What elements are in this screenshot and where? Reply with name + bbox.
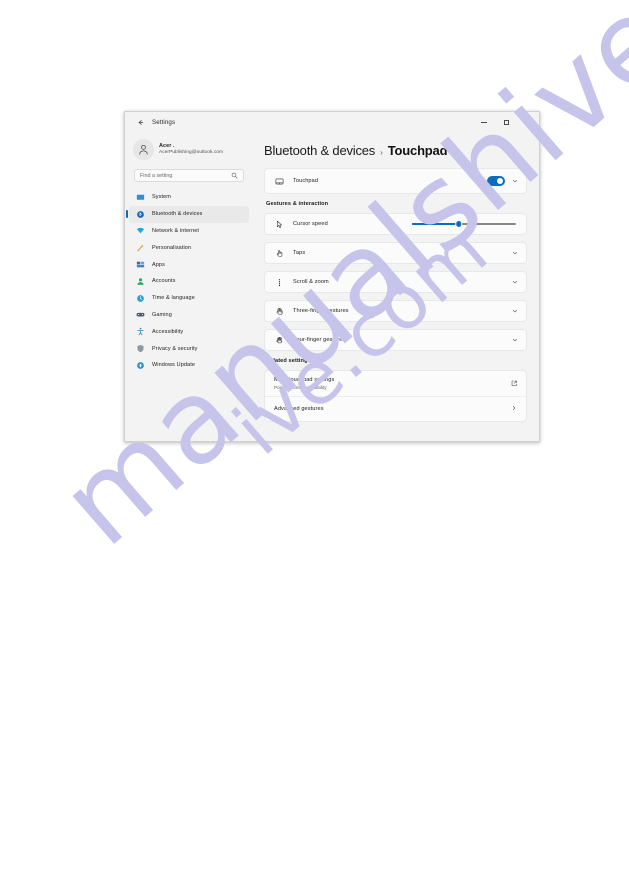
sidebar-item-personalisation[interactable]: Personalisation — [129, 239, 249, 256]
time-language-icon — [136, 294, 145, 303]
windows-update-icon — [136, 361, 145, 370]
gestures-section-title: Gestures & interaction — [266, 201, 329, 207]
four-finger-gestures-label: Four-finger gestures — [293, 337, 346, 343]
window-body: Acer . AcerPublishing@outlook.com Find a… — [125, 133, 539, 441]
cursor-pointer-icon — [274, 220, 285, 229]
cursor-speed-slider-wrap — [328, 220, 518, 229]
accounts-icon — [136, 277, 145, 286]
related-settings-title: Related settings — [266, 358, 311, 364]
search-icon — [231, 172, 238, 179]
touchpad-card-label: Touchpad — [293, 178, 319, 184]
sidebar-item-apps[interactable]: Apps — [129, 256, 249, 273]
sidebar-item-network-internet[interactable]: Network & internet — [129, 223, 249, 240]
sidebar-item-system[interactable]: System — [129, 189, 249, 206]
cursor-speed-label: Cursor speed — [293, 221, 328, 227]
search-box[interactable] — [134, 169, 244, 182]
back-arrow-icon[interactable] — [130, 114, 150, 131]
sidebar-item-bluetooth-devices[interactable]: Bluetooth & devices — [129, 205, 249, 223]
tap-hand-icon — [274, 249, 285, 258]
sidebar-item-label: Personalisation — [152, 244, 192, 251]
sidebar-item-label: Windows Update — [152, 362, 195, 369]
privacy-security-icon — [136, 344, 145, 353]
cursor-speed-slider[interactable] — [412, 220, 516, 229]
gaming-icon — [136, 310, 145, 319]
chevron-down-icon[interactable] — [512, 279, 518, 285]
search-input[interactable] — [140, 172, 231, 179]
window-title: Settings — [152, 119, 176, 126]
open-external-icon[interactable] — [511, 380, 518, 387]
sidebar-item-label: Network & internet — [152, 227, 200, 234]
sidebar-item-label: Accounts — [152, 278, 176, 285]
sidebar-item-label: Bluetooth & devices — [152, 211, 203, 218]
sidebar-item-accessibility[interactable]: Accessibility — [129, 323, 249, 340]
window-titlebar: Settings ✕ — [125, 112, 539, 133]
sidebar-item-label: Apps — [152, 261, 165, 268]
sidebar-nav-list: System Bluetooth & devices Network & int… — [125, 189, 253, 374]
toggle-knob — [497, 178, 503, 184]
sidebar-item-label: Privacy & security — [152, 345, 198, 352]
advanced-gestures-label: Advanced gestures — [274, 406, 324, 412]
taps-row[interactable]: Taps — [264, 242, 527, 264]
chevron-down-icon[interactable] — [512, 250, 518, 256]
breadcrumb: Bluetooth & devices › Touchpad — [264, 143, 527, 158]
sidebar-item-label: Accessibility — [152, 328, 184, 335]
sidebar-item-time-language[interactable]: Time & language — [129, 290, 249, 307]
sidebar-item-gaming[interactable]: Gaming — [129, 307, 249, 324]
breadcrumb-current: Touchpad — [387, 143, 448, 158]
three-finger-hand-icon — [274, 307, 285, 316]
scroll-zoom-row[interactable]: Scroll & zoom — [264, 271, 527, 293]
three-finger-gestures-row[interactable]: Three-finger gestures — [264, 300, 527, 322]
close-icon[interactable]: ✕ — [517, 112, 539, 133]
accessibility-icon — [136, 327, 145, 336]
three-finger-gestures-label: Three-finger gestures — [293, 308, 349, 314]
touchpad-icon — [274, 177, 285, 186]
sidebar: Acer . AcerPublishing@outlook.com Find a… — [125, 133, 253, 441]
chevron-down-icon[interactable] — [512, 337, 518, 343]
four-finger-hand-icon — [274, 336, 285, 345]
personalisation-icon — [136, 243, 145, 252]
sidebar-item-windows-update[interactable]: Windows Update — [129, 357, 249, 374]
taps-label: Taps — [293, 250, 306, 256]
chevron-right-icon[interactable] — [511, 405, 517, 413]
maximize-icon[interactable] — [495, 112, 517, 133]
account-email: AcerPublishing@outlook.com — [159, 149, 224, 155]
slider-thumb[interactable] — [455, 220, 463, 228]
account-name: Acer . — [159, 143, 175, 150]
breadcrumb-parent[interactable]: Bluetooth & devices — [264, 143, 375, 158]
touchpad-toggle-state-label: On — [474, 178, 482, 184]
sidebar-item-accounts[interactable]: Accounts — [129, 273, 249, 290]
more-touchpad-settings-row[interactable]: More touchpad settings Pointer icons and… — [265, 371, 526, 396]
window-controls: ✕ — [473, 112, 539, 133]
settings-window: Settings ✕ Acer . AcerPublishing@outlook… — [124, 111, 540, 442]
account-block[interactable]: Acer . AcerPublishing@outlook.com — [125, 136, 253, 163]
bluetooth-devices-icon — [136, 210, 145, 219]
advanced-gestures-text: Advanced gestures — [274, 406, 324, 412]
sidebar-item-label: Time & language — [152, 295, 195, 302]
person-avatar-icon — [133, 139, 154, 160]
slider-fill — [412, 223, 459, 225]
network-internet-icon — [136, 226, 145, 235]
minimize-icon[interactable] — [473, 112, 495, 133]
advanced-gestures-row[interactable]: Advanced gestures — [265, 396, 526, 421]
four-finger-gestures-row[interactable]: Four-finger gestures — [264, 329, 527, 351]
main-content: Bluetooth & devices › Touchpad Touchpad … — [253, 133, 539, 441]
chevron-down-icon[interactable] — [512, 308, 518, 314]
sidebar-item-privacy-security[interactable]: Privacy & security — [129, 340, 249, 357]
more-touchpad-settings-text: More touchpad settings Pointer icons and… — [274, 377, 334, 390]
scroll-zoom-label: Scroll & zoom — [293, 279, 329, 285]
sidebar-item-label: System — [152, 194, 171, 201]
apps-icon — [136, 260, 145, 269]
sidebar-item-label: Gaming — [152, 311, 172, 318]
cursor-speed-row[interactable]: Cursor speed — [264, 213, 527, 235]
touchpad-toggle-switch[interactable] — [487, 176, 505, 186]
touchpad-toggle-card[interactable]: Touchpad On — [264, 168, 527, 194]
system-icon — [136, 193, 145, 202]
more-touchpad-settings-sublabel: Pointer icons and visibility — [274, 384, 327, 390]
related-settings-card: More touchpad settings Pointer icons and… — [264, 370, 527, 422]
chevron-down-icon[interactable] — [512, 178, 518, 184]
breadcrumb-separator-icon: › — [380, 148, 383, 157]
more-touchpad-settings-label: More touchpad settings — [274, 377, 335, 384]
scroll-dots-icon — [274, 278, 285, 287]
account-text: Acer . AcerPublishing@outlook.com — [159, 143, 223, 156]
